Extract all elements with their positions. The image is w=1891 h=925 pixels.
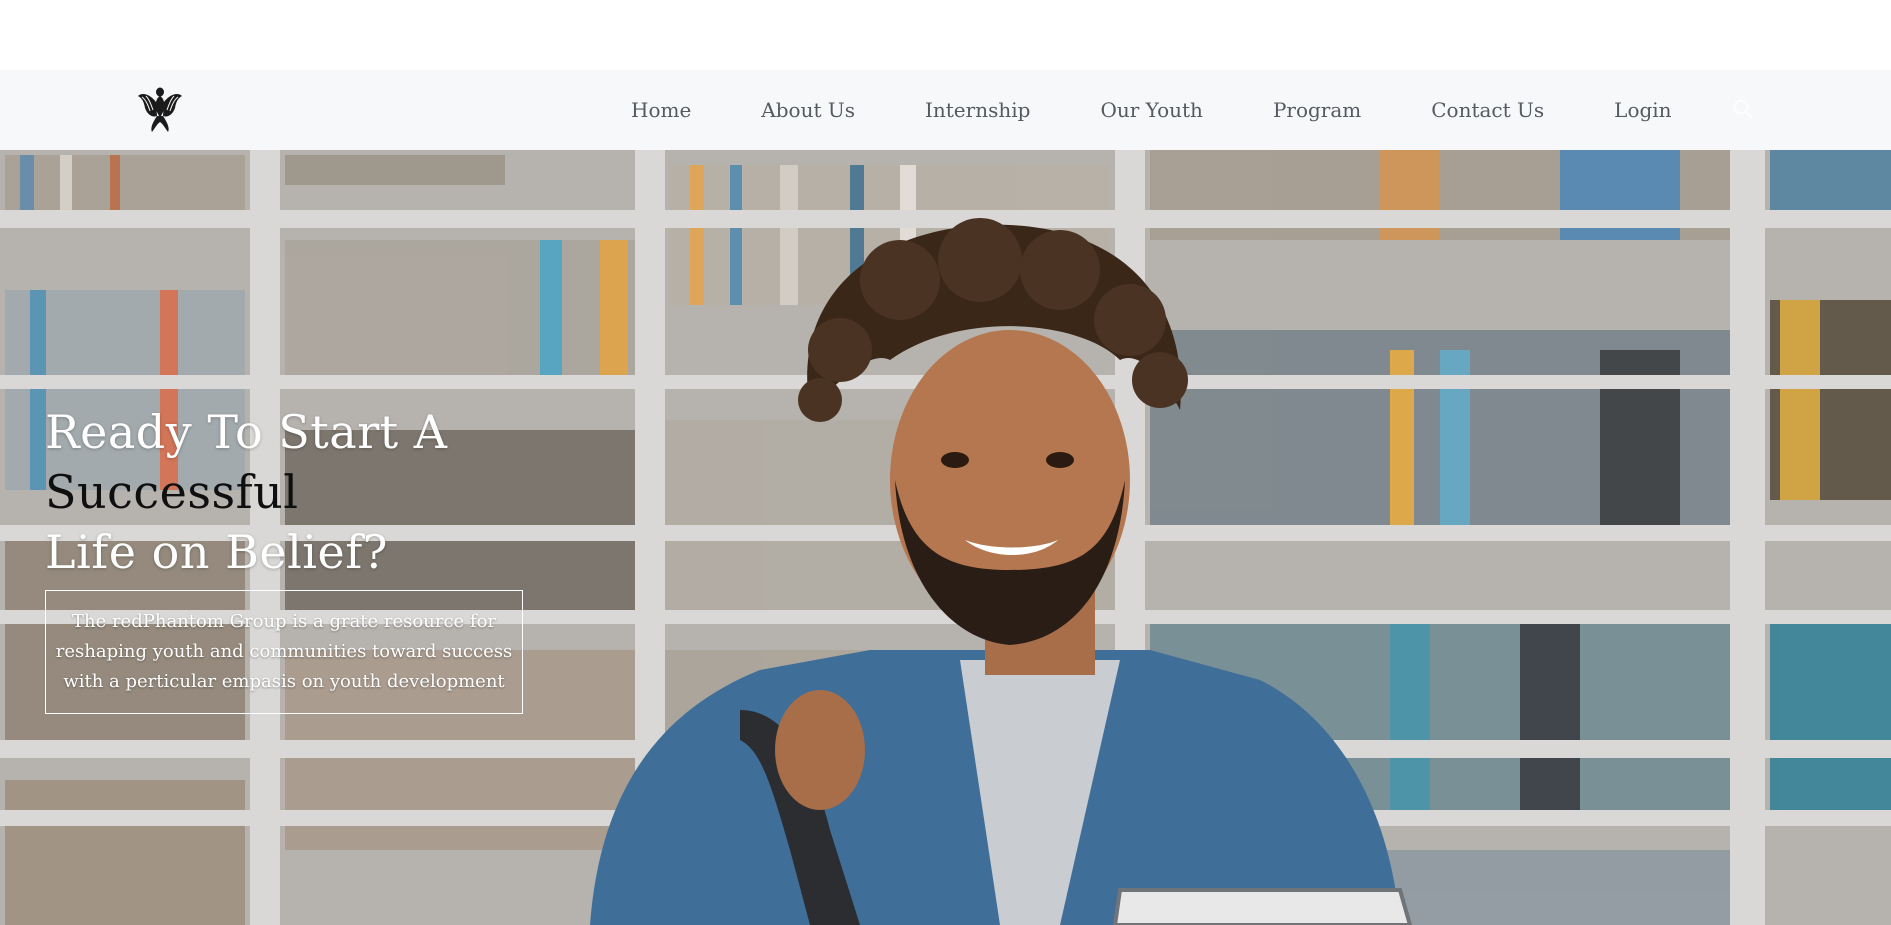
hero-title-line-3: Life on Belief? xyxy=(45,525,388,579)
top-blank-bar xyxy=(0,0,1891,70)
nav-item-home[interactable]: Home xyxy=(631,98,691,122)
phoenix-logo-icon[interactable] xyxy=(136,84,184,134)
nav-item-our-youth[interactable]: Our Youth xyxy=(1100,98,1203,122)
nav-item-internship[interactable]: Internship xyxy=(925,98,1030,122)
hero-title: Ready To Start A Successful Life on Beli… xyxy=(45,402,448,582)
hero-section: Ready To Start A Successful Life on Beli… xyxy=(0,150,1891,925)
hero-tagline-line-3: with a perticular empasis on youth devel… xyxy=(63,671,505,692)
nav-menu: Home About Us Internship Our Youth Progr… xyxy=(631,70,1672,150)
nav-item-contact-us[interactable]: Contact Us xyxy=(1431,98,1544,122)
main-navbar: Home About Us Internship Our Youth Progr… xyxy=(0,70,1891,150)
hero-title-line-2: Successful xyxy=(45,465,299,519)
hero-tagline-box: The redPhantom Group is a grate resource… xyxy=(45,590,523,714)
hero-tagline-line-1: The redPhantom Group is a grate resource… xyxy=(71,611,497,632)
nav-item-program[interactable]: Program xyxy=(1273,98,1361,122)
nav-item-about-us[interactable]: About Us xyxy=(761,98,855,122)
search-icon[interactable] xyxy=(1732,98,1754,120)
hero-title-line-1: Ready To Start A xyxy=(45,405,448,459)
hero-tagline-line-2: reshaping youth and communities toward s… xyxy=(55,641,513,662)
hero-tagline: The redPhantom Group is a grate resource… xyxy=(56,607,512,697)
nav-item-login[interactable]: Login xyxy=(1614,98,1671,122)
